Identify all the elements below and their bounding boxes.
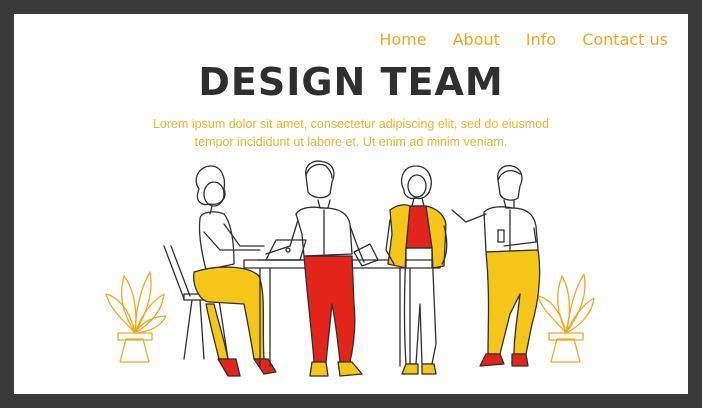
plant-icon <box>105 271 167 363</box>
page-frame: Home About Info Contact us DESIGN TEAM L… <box>14 14 688 394</box>
woman-seated-icon <box>193 165 277 377</box>
team-illustration <box>105 160 595 377</box>
woman-yellow-jacket-icon <box>385 165 448 375</box>
plant-icon <box>537 273 595 363</box>
laptop-icon <box>257 239 307 261</box>
man-yellow-pants-icon <box>451 164 541 367</box>
